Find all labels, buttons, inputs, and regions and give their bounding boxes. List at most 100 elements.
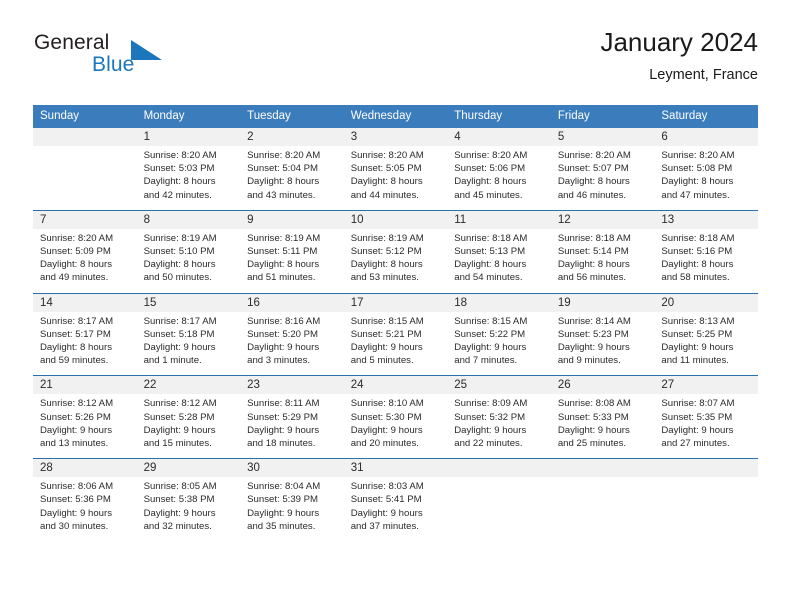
day-number-cell[interactable]: 15 — [136, 292, 241, 312]
day-number-cell[interactable]: 23 — [240, 375, 344, 395]
day-details-cell: Sunrise: 8:12 AM Sunset: 5:28 PM Dayligh… — [136, 394, 241, 459]
triangle-icon — [131, 40, 162, 60]
daylight-text-line1: Daylight: 9 hours — [350, 342, 423, 354]
day-number-cell[interactable]: 27 — [654, 375, 758, 395]
daylight-text-line2: and 53 minutes. — [350, 272, 419, 284]
sunset-text: Sunset: 5:39 PM — [247, 494, 319, 506]
day-number-cell[interactable]: 1 — [136, 128, 241, 146]
sunset-text: Sunset: 5:32 PM — [454, 411, 526, 423]
daylight-text-line1: Daylight: 8 hours — [143, 176, 216, 188]
sunset-text: Sunset: 5:12 PM — [350, 246, 422, 258]
day-number-cell[interactable]: 24 — [343, 375, 448, 395]
sunrise-text: Sunrise: 8:12 AM — [40, 398, 114, 410]
day-number-cell[interactable] — [550, 458, 655, 478]
day-number-cell[interactable]: 10 — [343, 209, 448, 229]
sunset-text: Sunset: 5:29 PM — [247, 411, 319, 423]
day-details-cell: Sunrise: 8:20 AM Sunset: 5:03 PM Dayligh… — [136, 146, 241, 211]
day-number-cell[interactable]: 25 — [447, 375, 551, 395]
week-details-row: Sunrise: 8:17 AM Sunset: 5:17 PM Dayligh… — [33, 311, 758, 376]
day-details-cell: Sunrise: 8:20 AM Sunset: 5:08 PM Dayligh… — [654, 146, 758, 211]
day-number-cell[interactable]: 8 — [136, 209, 241, 229]
sunrise-text: Sunrise: 8:20 AM — [40, 232, 114, 244]
sunrise-text: Sunrise: 8:15 AM — [350, 315, 424, 327]
day-number-cell[interactable]: 29 — [136, 458, 241, 478]
daylight-text-line2: and 22 minutes. — [454, 438, 523, 450]
day-number-cell[interactable]: 16 — [240, 292, 344, 312]
week-daynumbers-row: 7 8 9 10 11 12 13 — [33, 209, 758, 229]
sunrise-text: Sunrise: 8:19 AM — [350, 232, 424, 244]
weekday-header-tuesday: Tuesday — [240, 105, 344, 128]
weekday-header-thursday: Thursday — [447, 105, 551, 128]
day-number-cell[interactable]: 7 — [33, 209, 137, 229]
day-number-cell[interactable]: 26 — [550, 375, 655, 395]
brand-name-general: General — [34, 31, 110, 54]
day-details-cell: Sunrise: 8:19 AM Sunset: 5:12 PM Dayligh… — [343, 228, 448, 294]
day-number-cell[interactable]: 5 — [550, 128, 655, 146]
day-details-cell — [447, 477, 551, 544]
daylight-text-line2: and 20 minutes. — [350, 438, 419, 450]
brand-logo[interactable]: General Blue — [33, 26, 253, 88]
day-number-cell[interactable]: 6 — [654, 128, 758, 146]
sunrise-text: Sunrise: 8:10 AM — [350, 398, 424, 410]
day-number-cell[interactable]: 3 — [343, 128, 448, 146]
daylight-text-line1: Daylight: 9 hours — [247, 507, 320, 519]
sunrise-text: Sunrise: 8:03 AM — [350, 481, 424, 493]
day-number-cell[interactable]: 31 — [343, 458, 448, 478]
day-details-cell: Sunrise: 8:17 AM Sunset: 5:17 PM Dayligh… — [33, 311, 137, 376]
sunset-text: Sunset: 5:22 PM — [454, 328, 526, 340]
day-details-cell: Sunrise: 8:20 AM Sunset: 5:06 PM Dayligh… — [447, 146, 551, 211]
brand-name-blue: Blue — [92, 53, 135, 76]
daylight-text-line2: and 15 minutes. — [143, 438, 212, 450]
day-number-cell[interactable]: 2 — [240, 128, 344, 146]
daylight-text-line1: Daylight: 9 hours — [40, 424, 112, 436]
day-number-cell[interactable] — [447, 458, 551, 478]
day-number-cell[interactable]: 4 — [447, 128, 551, 146]
sunrise-text: Sunrise: 8:07 AM — [661, 398, 735, 410]
day-number-cell[interactable]: 19 — [550, 292, 655, 312]
daylight-text-line1: Daylight: 9 hours — [247, 342, 320, 354]
week-daynumbers-row: 28 29 30 31 — [33, 458, 758, 478]
sunset-text: Sunset: 5:25 PM — [661, 328, 733, 340]
day-details-cell: Sunrise: 8:18 AM Sunset: 5:13 PM Dayligh… — [447, 228, 551, 294]
day-number-cell[interactable]: 30 — [240, 458, 344, 478]
daylight-text-line1: Daylight: 8 hours — [454, 176, 527, 188]
day-number-cell[interactable]: 9 — [240, 209, 344, 229]
weekday-header-wednesday: Wednesday — [343, 105, 448, 128]
week-details-row: Sunrise: 8:06 AM Sunset: 5:36 PM Dayligh… — [33, 477, 758, 544]
day-details-cell: Sunrise: 8:16 AM Sunset: 5:20 PM Dayligh… — [240, 311, 344, 376]
day-details-cell: Sunrise: 8:20 AM Sunset: 5:09 PM Dayligh… — [33, 228, 137, 294]
day-details-cell: Sunrise: 8:17 AM Sunset: 5:18 PM Dayligh… — [136, 311, 241, 376]
daylight-text-line1: Daylight: 9 hours — [40, 507, 112, 519]
day-details-cell: Sunrise: 8:14 AM Sunset: 5:23 PM Dayligh… — [550, 311, 655, 376]
daylight-text-line2: and 51 minutes. — [247, 272, 316, 284]
daylight-text-line2: and 56 minutes. — [557, 272, 627, 284]
day-number-cell[interactable]: 21 — [33, 375, 137, 395]
sunrise-text: Sunrise: 8:18 AM — [454, 232, 528, 244]
daylight-text-line1: Daylight: 8 hours — [557, 259, 630, 271]
sunrise-text: Sunrise: 8:20 AM — [247, 150, 321, 161]
day-number-cell[interactable]: 13 — [654, 209, 758, 229]
day-number-cell[interactable]: 22 — [136, 375, 241, 395]
sunrise-text: Sunrise: 8:20 AM — [454, 150, 528, 161]
daylight-text-line1: Daylight: 9 hours — [247, 424, 320, 436]
week-daynumbers-row: 21 22 23 24 25 26 27 — [33, 375, 758, 395]
day-number-cell[interactable]: 12 — [550, 209, 655, 229]
daylight-text-line1: Daylight: 9 hours — [557, 342, 630, 354]
day-number-cell[interactable]: 11 — [447, 209, 551, 229]
day-number-cell[interactable] — [33, 128, 137, 146]
day-number-cell[interactable]: 18 — [447, 292, 551, 312]
day-number-cell[interactable]: 17 — [343, 292, 448, 312]
daylight-text-line2: and 1 minute. — [143, 355, 202, 367]
day-number-cell[interactable]: 14 — [33, 292, 137, 312]
daylight-text-line1: Daylight: 8 hours — [247, 259, 320, 271]
daylight-text-line2: and 13 minutes. — [40, 438, 109, 450]
day-number-cell[interactable] — [654, 458, 758, 478]
sunrise-text: Sunrise: 8:04 AM — [247, 481, 321, 493]
day-number-cell[interactable]: 28 — [33, 458, 137, 478]
sunset-text: Sunset: 5:06 PM — [454, 163, 526, 175]
daylight-text-line1: Daylight: 9 hours — [143, 342, 216, 354]
page-title: January 2024 — [600, 27, 758, 57]
daylight-text-line2: and 59 minutes. — [40, 355, 109, 367]
sunset-text: Sunset: 5:38 PM — [143, 494, 215, 506]
day-number-cell[interactable]: 20 — [654, 292, 758, 312]
